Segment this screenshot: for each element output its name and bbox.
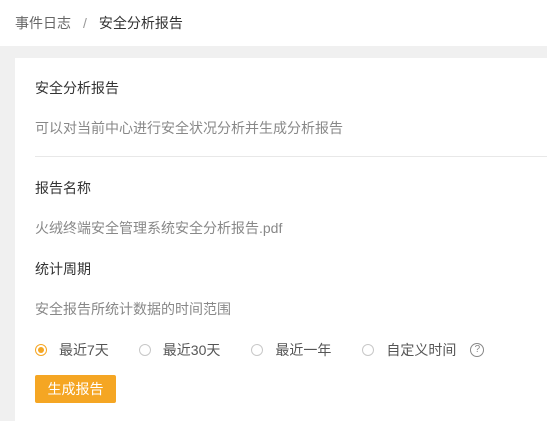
breadcrumb-separator: / [83,15,87,31]
breadcrumb-parent-link[interactable]: 事件日志 [15,13,71,33]
radio-checked-icon[interactable] [35,344,47,356]
report-name-value: 火绒终端安全管理系统安全分析报告.pdf [35,220,283,236]
radio-label: 最近一年 [275,342,332,358]
period-radio-group: 最近7天 最近30天 最近一年 自定义时间 ? [35,340,485,360]
breadcrumb: 事件日志 / 安全分析报告 [0,0,547,46]
section-divider [35,156,547,157]
radio-last-7-days[interactable]: 最近7天 [35,340,109,360]
radio-label: 自定义时间 [386,342,457,358]
radio-last-30-days[interactable]: 最近30天 [138,340,221,360]
radio-label: 最近7天 [59,342,109,358]
page-description: 可以对当前中心进行安全状况分析并生成分析报告 [35,120,343,136]
radio-custom-time[interactable]: 自定义时间 [362,340,456,360]
breadcrumb-current: 安全分析报告 [98,15,183,31]
radio-unchecked-icon[interactable] [138,344,151,356]
help-icon[interactable]: ? [470,343,485,357]
radio-unchecked-icon[interactable] [251,344,264,356]
period-description: 安全报告所统计数据的时间范围 [35,301,231,317]
report-name-label: 报告名称 [35,180,91,196]
page-title: 安全分析报告 [35,80,119,96]
radio-unchecked-icon[interactable] [362,344,375,356]
radio-last-year[interactable]: 最近一年 [251,340,331,360]
radio-label: 最近30天 [162,342,221,358]
period-label: 统计周期 [35,261,91,277]
report-card: 安全分析报告 可以对当前中心进行安全状况分析并生成分析报告 报告名称 火绒终端安… [15,58,547,421]
generate-report-button[interactable]: 生成报告 [35,375,116,403]
